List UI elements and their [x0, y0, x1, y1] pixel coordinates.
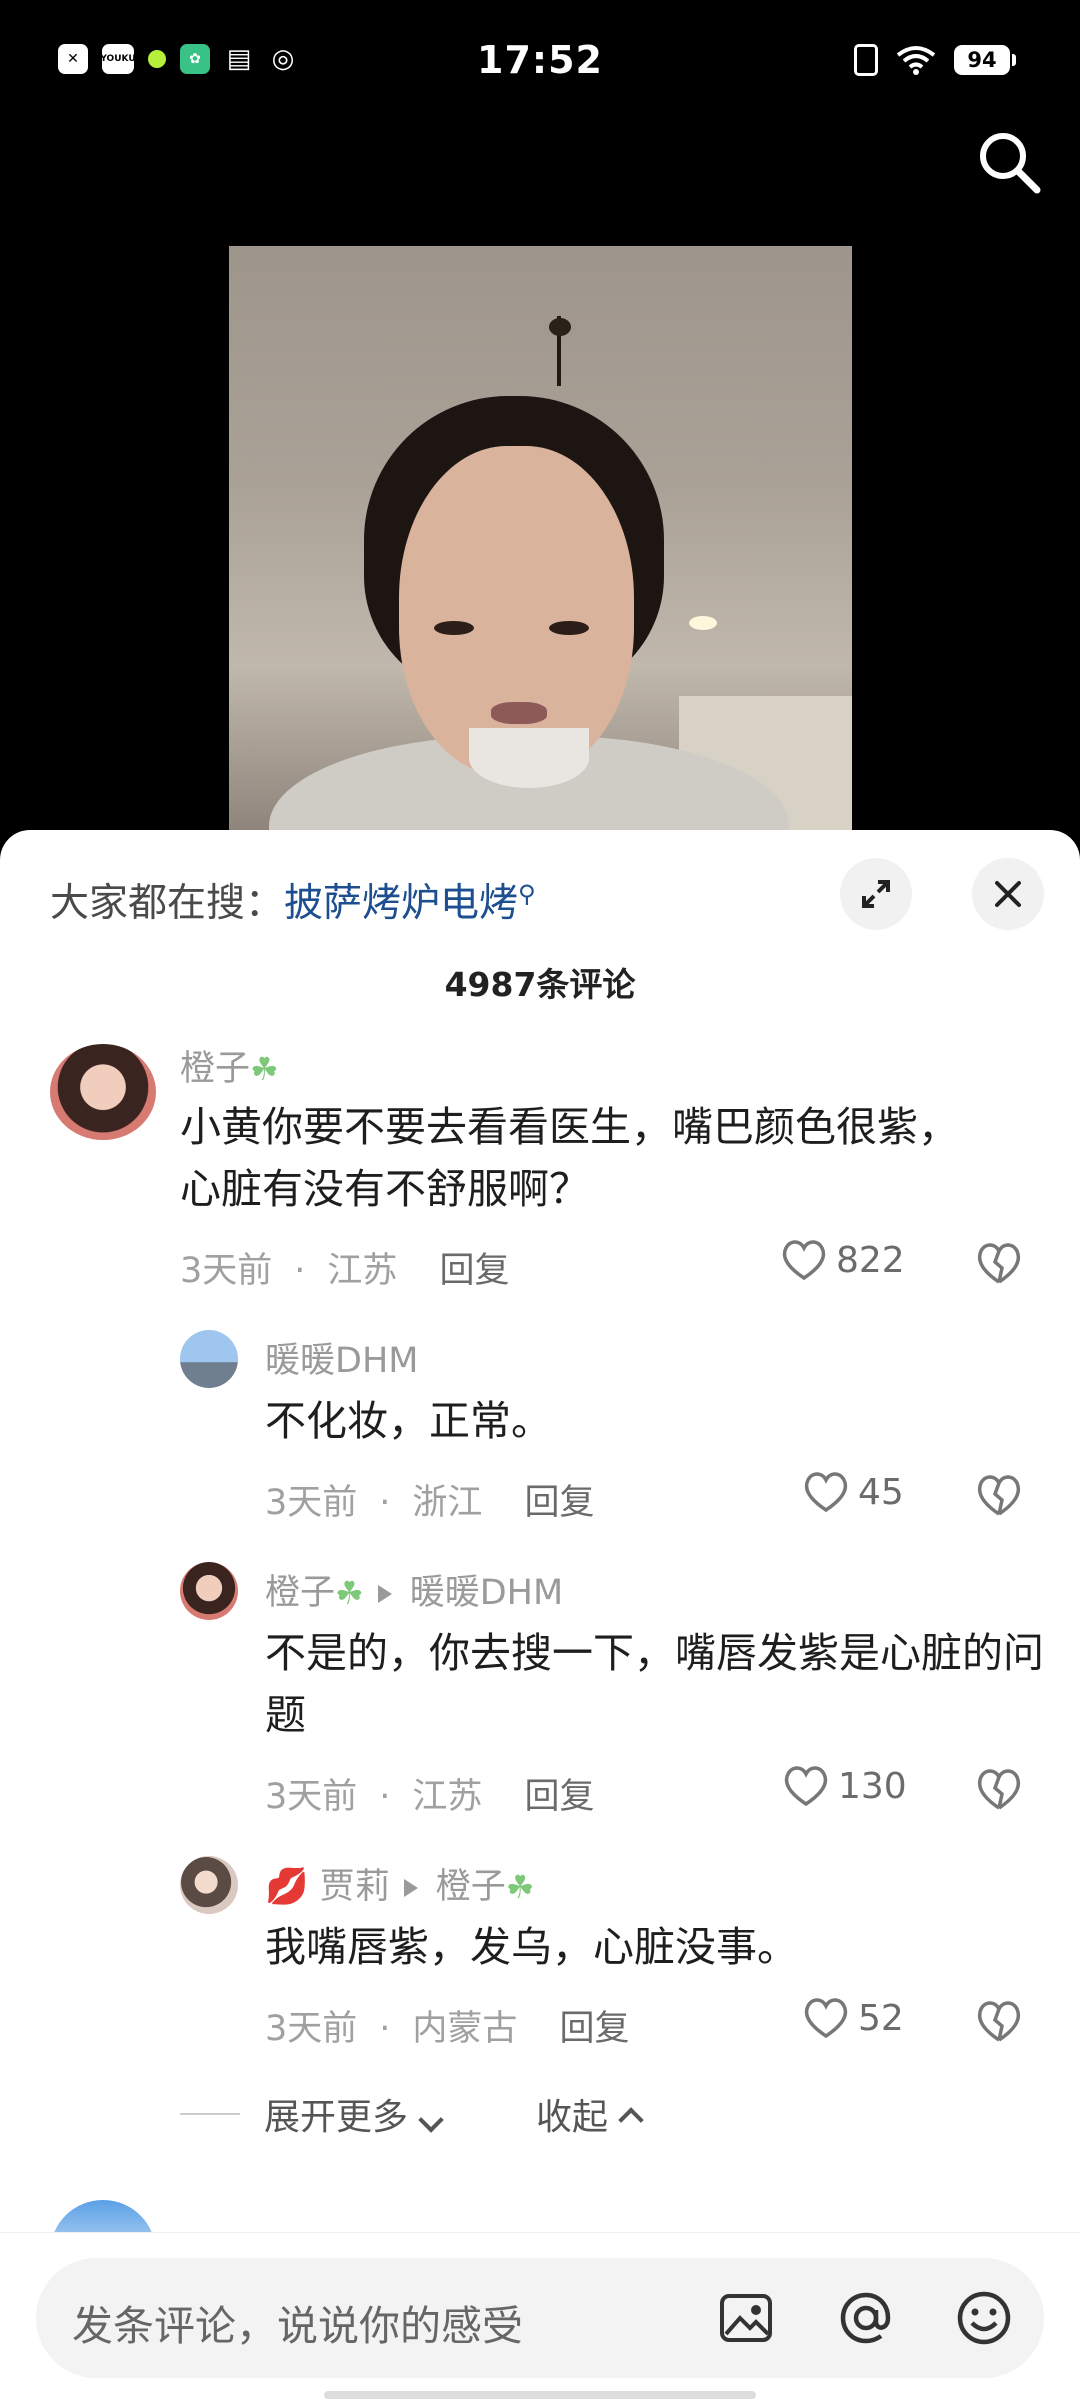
reply-location: 浙江	[412, 1483, 483, 1523]
reply-text: 不化妆，正常。	[265, 1397, 552, 1445]
reply-button[interactable]: 回复	[524, 1777, 594, 1817]
broken-heart-icon[interactable]	[975, 1766, 1023, 1812]
clover-icon: ☘	[250, 1050, 279, 1088]
reply-location: 江苏	[412, 1777, 483, 1817]
video-player[interactable]	[229, 246, 852, 846]
reply-location: 内蒙古	[412, 2009, 518, 2049]
reply-time: 3天前	[265, 2009, 358, 2049]
comment-location: 江苏	[327, 1251, 398, 1291]
avatar[interactable]	[180, 1330, 238, 1388]
divider	[180, 2113, 240, 2115]
wifi-icon	[896, 46, 936, 75]
close-button[interactable]	[972, 858, 1044, 930]
reply-text: 我嘴唇紫，发乌，心脏没事。	[265, 1923, 798, 1971]
comment-time: 3天前	[180, 1251, 273, 1291]
comment-input-bar: 发条评论，说说你的感受	[0, 2232, 1080, 2400]
reply-text: 不是的，你去搜一下，嘴唇发紫是心脏的问题	[265, 1629, 1044, 1739]
reply-username-line: 💋 贾莉 橙子☘	[265, 1858, 534, 1909]
comment-sheet: 大家都在搜：披萨烤炉电烤⚲ 4987条评论 橙子☘ 小黄你要不要去看看医生，嘴巴…	[0, 830, 1080, 2400]
reply-to-username[interactable]: 橙子	[436, 1867, 506, 1907]
expand-button[interactable]	[840, 858, 912, 930]
avatar[interactable]	[50, 1044, 156, 1140]
reply-meta: 3天前 · 内蒙古 回复	[265, 2009, 630, 2049]
reply-time: 3天前	[265, 1483, 358, 1523]
lips-icon: 💋	[265, 1867, 309, 1907]
collapse-label: 收起	[536, 2097, 609, 2138]
broken-heart-icon[interactable]	[975, 1998, 1023, 2044]
reply-username-line: 橙子☘ 暖暖DHM	[265, 1564, 563, 1615]
trending-keyword[interactable]: 披萨烤炉电烤	[284, 881, 518, 926]
trending-prefix: 大家都在搜：	[50, 881, 285, 926]
mention-icon[interactable]	[836, 2288, 896, 2348]
comment-text: 小黄你要不要去看看医生，嘴巴颜色很紫，心脏有没有不舒服啊？	[180, 1103, 959, 1213]
collapse-button[interactable]: 收起	[536, 2088, 644, 2140]
reply-time: 3天前	[265, 1777, 358, 1817]
username-text: 橙子	[180, 1049, 251, 1089]
expand-icon	[862, 880, 890, 908]
expand-more-button[interactable]: 展开更多	[264, 2088, 444, 2140]
like-count: 822	[836, 1239, 905, 1281]
status-bar: ✕ YOUKU ✿ ▤ ◎ 17:52 94	[0, 0, 1080, 125]
heart-icon	[784, 1766, 828, 1807]
mini-search-icon: ⚲	[518, 880, 536, 908]
battery-indicator: 94	[954, 45, 1016, 75]
like-button[interactable]: 822	[780, 1238, 905, 1282]
avatar[interactable]	[180, 1562, 238, 1620]
reply-username[interactable]: 橙子	[265, 1573, 335, 1613]
home-indicator	[324, 2391, 756, 2399]
heart-icon	[804, 1472, 848, 1513]
comment-count: 4987条评论	[444, 965, 636, 1004]
like-count: 130	[838, 1765, 907, 1807]
reply-username[interactable]: 贾莉	[320, 1867, 390, 1907]
clover-icon: ☘	[335, 1574, 364, 1612]
image-icon[interactable]	[716, 2288, 776, 2348]
comment-input-placeholder: 发条评论，说说你的感受	[72, 2302, 523, 2350]
broken-heart-icon[interactable]	[975, 1240, 1023, 1286]
vibrate-icon	[854, 44, 878, 76]
comment-input[interactable]: 发条评论，说说你的感受	[36, 2258, 1044, 2378]
chevron-up-icon	[618, 2107, 644, 2133]
close-icon	[995, 881, 1021, 907]
reply-arrow-icon	[377, 1585, 392, 1603]
emoji-icon[interactable]	[954, 2288, 1014, 2348]
trending-search[interactable]: 大家都在搜：披萨烤炉电烤⚲	[50, 872, 536, 928]
reply-button[interactable]: 回复	[524, 1483, 594, 1523]
comment-username[interactable]: 橙子☘	[180, 1040, 279, 1091]
reply-button[interactable]: 回复	[439, 1251, 509, 1291]
like-button[interactable]: 45	[802, 1470, 904, 1514]
thread-controls: 展开更多 收起	[180, 2088, 644, 2140]
clover-icon: ☘	[505, 1868, 535, 1906]
avatar[interactable]	[180, 1856, 238, 1914]
chevron-down-icon	[418, 2107, 444, 2133]
like-button[interactable]: 52	[802, 1996, 904, 2040]
expand-more-label: 展开更多	[264, 2097, 409, 2138]
comment-meta: 3天前 · 江苏 回复	[180, 1251, 510, 1291]
reply-arrow-icon	[403, 1879, 418, 1897]
reply-meta: 3天前 · 江苏 回复	[265, 1777, 595, 1817]
broken-heart-icon[interactable]	[975, 1472, 1023, 1518]
reply-to-username[interactable]: 暖暖DHM	[410, 1573, 563, 1613]
reply-meta: 3天前 · 浙江 回复	[265, 1483, 595, 1523]
search-icon[interactable]	[975, 128, 1043, 196]
heart-icon	[782, 1240, 826, 1281]
reply-username[interactable]: 暖暖DHM	[265, 1332, 418, 1383]
like-count: 52	[858, 1997, 904, 2039]
system-icons: 94	[854, 44, 1016, 76]
like-count: 45	[858, 1471, 904, 1513]
heart-icon	[804, 1998, 848, 2039]
like-button[interactable]: 130	[782, 1764, 907, 1808]
reply-button[interactable]: 回复	[559, 2009, 629, 2049]
